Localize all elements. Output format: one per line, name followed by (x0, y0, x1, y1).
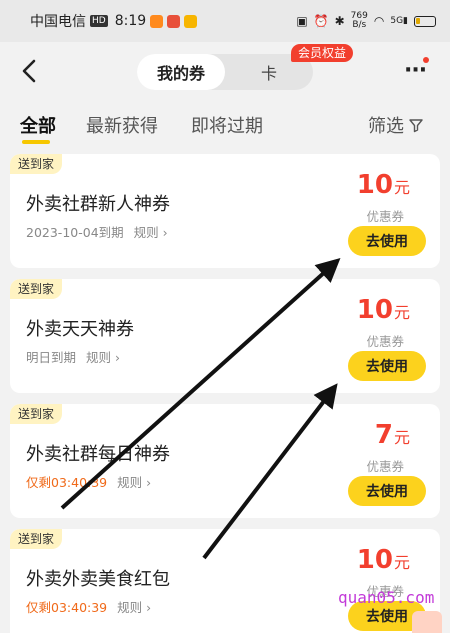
coupon-amount: 7元 (375, 420, 410, 450)
coupon-tag: 送到家 (10, 279, 63, 299)
coupon-amount-unit: 元 (393, 178, 410, 197)
app-notification-icon (167, 14, 181, 28)
coupon-amount: 10元 (357, 295, 410, 325)
coupon-meta: 2023-10-04到期 规则 › (26, 222, 168, 241)
coupon-amount-value: 10 (356, 295, 393, 325)
coupon-amount-value: 10 (356, 545, 393, 575)
chevron-right-icon: › (115, 350, 121, 365)
coupon-amount-value: 10 (356, 170, 393, 200)
coupon-rule-link[interactable]: 规则 › (117, 597, 151, 616)
watermark-text: quan05.com (338, 588, 435, 607)
use-coupon-button[interactable]: 去使用 (348, 226, 426, 256)
signal-icon: 5G▮ (390, 16, 408, 26)
coupon-title: 外卖社群新人神券 (26, 194, 170, 215)
filter-tabs: 全部 最新获得 即将过期 筛选 (0, 102, 450, 148)
network-speed-unit: B/s (352, 20, 367, 30)
coupon-card: 送到家 外卖外卖美食红包 仅剩03:40:39 规则 › 10元 优惠券 去使用 (10, 529, 440, 633)
coupon-tag: 送到家 (10, 529, 63, 549)
use-coupon-button[interactable]: 去使用 (348, 351, 426, 381)
funnel-icon (409, 119, 423, 133)
coupon-rule-label: 规则 (117, 475, 143, 490)
coupon-countdown: 仅剩03:40:39 (26, 475, 108, 490)
filter-label: 筛选 (368, 116, 404, 137)
coupon-title: 外卖天天神券 (26, 319, 134, 340)
coupon-rule-label: 规则 (86, 350, 112, 365)
floating-app-icon (412, 611, 442, 633)
chevron-right-icon: › (146, 475, 152, 490)
coupon-meta: 仅剩03:40:39 规则 › (26, 472, 151, 491)
coupon-tag: 送到家 (10, 404, 63, 424)
status-left: 中国电信 HD 8:19 (30, 11, 198, 31)
coupon-card: 送到家 外卖社群每日神券 仅剩03:40:39 规则 › 7元 优惠券 去使用 (10, 404, 440, 518)
status-right: ▣ ⏰ ✱ 769 B/s ◠ 5G▮ (296, 12, 436, 30)
member-benefits-badge[interactable]: 会员权益 (291, 44, 354, 62)
bluetooth-icon: ✱ (334, 14, 345, 28)
coupon-rule-label: 规则 (117, 600, 143, 615)
coupon-amount: 10元 (357, 545, 410, 575)
hd-badge: HD (90, 15, 108, 27)
active-tab-indicator (22, 140, 50, 144)
use-coupon-button[interactable]: 去使用 (348, 476, 426, 506)
segmented-control: 我的券 卡 (137, 54, 313, 90)
nfc-icon: ▣ (296, 14, 308, 28)
coupon-rule-link[interactable]: 规则 › (86, 347, 120, 366)
coupon-rule-label: 规则 (133, 225, 159, 240)
tab-my-coupons[interactable]: 我的券 (137, 54, 225, 90)
filter-tab-newest[interactable]: 最新获得 (86, 112, 158, 138)
signal-label: 5G (390, 16, 404, 26)
coupon-rule-link[interactable]: 规则 › (134, 222, 168, 241)
clock: 8:19 (114, 13, 147, 29)
network-speed: 769 B/s (351, 12, 368, 30)
coupon-amount-unit: 元 (393, 303, 410, 322)
chevron-right-icon: › (162, 225, 168, 240)
app-notification-icon (184, 14, 198, 28)
coupon-kind: 优惠券 (366, 459, 404, 474)
coupon-card: 送到家 外卖社群新人神券 2023-10-04到期 规则 › 10元 优惠券 去… (10, 154, 440, 268)
wifi-icon: ◠ (373, 14, 385, 28)
coupon-amount-value: 7 (374, 420, 393, 450)
coupon-expiry: 明日到期 (26, 350, 77, 365)
coupon-rule-link[interactable]: 规则 › (117, 472, 151, 491)
alarm-icon: ⏰ (313, 14, 329, 28)
coupon-meta: 明日到期 规则 › (26, 347, 120, 366)
carrier-label: 中国电信 (30, 14, 86, 30)
coupon-expiry: 2023-10-04到期 (26, 225, 124, 240)
coupon-title: 外卖外卖美食红包 (26, 569, 170, 590)
coupon-card: 送到家 外卖天天神券 明日到期 规则 › 10元 优惠券 去使用 (10, 279, 440, 393)
notification-dot (423, 57, 429, 63)
filter-button[interactable]: 筛选 (368, 112, 424, 138)
filter-tab-all[interactable]: 全部 (20, 112, 56, 138)
app-notification-icon (150, 14, 164, 28)
filter-tab-expiring[interactable]: 即将过期 (191, 112, 263, 138)
coupon-amount-unit: 元 (393, 553, 410, 572)
header: 我的券 卡 会员权益 ··· (0, 42, 450, 102)
status-bar: 中国电信 HD 8:19 ▣ ⏰ ✱ 769 B/s ◠ 5G▮ (0, 0, 450, 42)
more-menu-icon[interactable]: ··· (404, 60, 430, 82)
coupon-kind: 优惠券 (366, 334, 404, 349)
coupon-kind: 优惠券 (366, 209, 404, 224)
coupon-tag: 送到家 (10, 154, 63, 174)
chevron-right-icon: › (146, 600, 152, 615)
coupon-countdown: 仅剩03:40:39 (26, 600, 108, 615)
coupon-meta: 仅剩03:40:39 规则 › (26, 597, 151, 616)
coupon-title: 外卖社群每日神券 (26, 444, 170, 465)
back-arrow-icon[interactable] (18, 57, 42, 85)
battery-icon (414, 15, 436, 27)
coupon-amount-unit: 元 (393, 428, 410, 447)
coupon-amount: 10元 (357, 170, 410, 200)
